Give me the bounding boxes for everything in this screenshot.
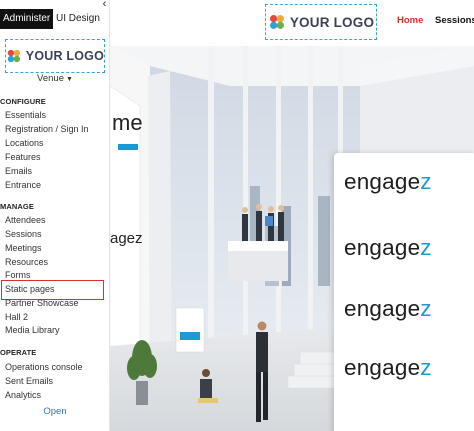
nav-operations-console[interactable]: Operations console	[5, 361, 83, 373]
nav-features[interactable]: Features	[5, 151, 41, 163]
tab-administer[interactable]: Administer	[0, 9, 53, 29]
nav-hall-2[interactable]: Hall 2	[5, 311, 28, 323]
brand-prefix: engage	[344, 169, 421, 194]
sidebar-logo[interactable]: YOUR LOGO	[5, 39, 105, 73]
nav-partner-showcase[interactable]: Partner Showcase	[5, 297, 79, 309]
nav-link-sessions[interactable]: Sessions	[435, 15, 474, 26]
brand-text-3: engagez	[344, 296, 432, 322]
nav-attendees[interactable]: Attendees	[5, 214, 46, 226]
brand-prefix: engage	[344, 355, 421, 380]
venue-selector[interactable]: Venue ▼	[0, 73, 109, 84]
nav-registration[interactable]: Registration / Sign In	[5, 123, 89, 135]
header-logo[interactable]: YOUR LOGO	[265, 4, 377, 40]
nav-emails[interactable]: Emails	[5, 165, 32, 177]
header-logo-text: YOUR LOGO	[289, 14, 375, 30]
section-manage: MANAGE	[0, 202, 34, 211]
nav-media-library[interactable]: Media Library	[5, 324, 60, 336]
nav-link-home[interactable]: Home	[397, 15, 423, 26]
sidebar-tabs: Administer UI Design ‹	[0, 0, 109, 29]
brand-suffix: z	[420, 169, 432, 194]
brand-prefix: engage	[344, 296, 421, 321]
logo-mark-icon	[7, 49, 21, 63]
nav-sent-emails[interactable]: Sent Emails	[5, 375, 53, 387]
brand-text-4: engagez	[344, 355, 432, 381]
section-configure: CONFIGURE	[0, 97, 46, 106]
section-operate: OPERATE	[0, 348, 37, 357]
admin-sidebar: Administer UI Design ‹ YOUR LOGO Venue ▼ …	[0, 0, 110, 431]
nav-essentials[interactable]: Essentials	[5, 109, 46, 121]
screen-text-mid: agez	[110, 230, 143, 247]
preview-header: YOUR LOGO Home Sessions	[110, 0, 474, 46]
nav-resources[interactable]: Resources	[5, 256, 48, 268]
logo-mark-icon	[269, 15, 284, 29]
nav-analytics[interactable]: Analytics	[5, 389, 41, 401]
chevron-left-icon[interactable]: ‹	[99, 0, 109, 10]
brand-text-2: engagez	[344, 235, 432, 261]
screen-text-top: me	[112, 110, 143, 135]
brand-suffix: z	[420, 296, 432, 321]
venue-scene: engagez engagez engagez engagez me agez	[110, 46, 474, 431]
nav-meetings[interactable]: Meetings	[5, 242, 42, 254]
tab-ui-design[interactable]: UI Design	[56, 9, 100, 29]
venue-label: Venue	[37, 73, 64, 84]
brand-text-1: engagez	[344, 169, 432, 195]
brand-suffix: z	[420, 355, 432, 380]
caret-down-icon: ▼	[66, 76, 73, 83]
open-button[interactable]: Open	[0, 406, 109, 417]
nav-locations[interactable]: Locations	[5, 137, 44, 149]
logo-text: YOUR LOGO	[25, 49, 104, 63]
brand-suffix: z	[420, 235, 432, 260]
nav-sessions[interactable]: Sessions	[5, 228, 42, 240]
engagez-banner-panel: engagez engagez engagez engagez	[334, 153, 474, 431]
nav-entrance[interactable]: Entrance	[5, 179, 41, 191]
brand-prefix: engage	[344, 235, 421, 260]
